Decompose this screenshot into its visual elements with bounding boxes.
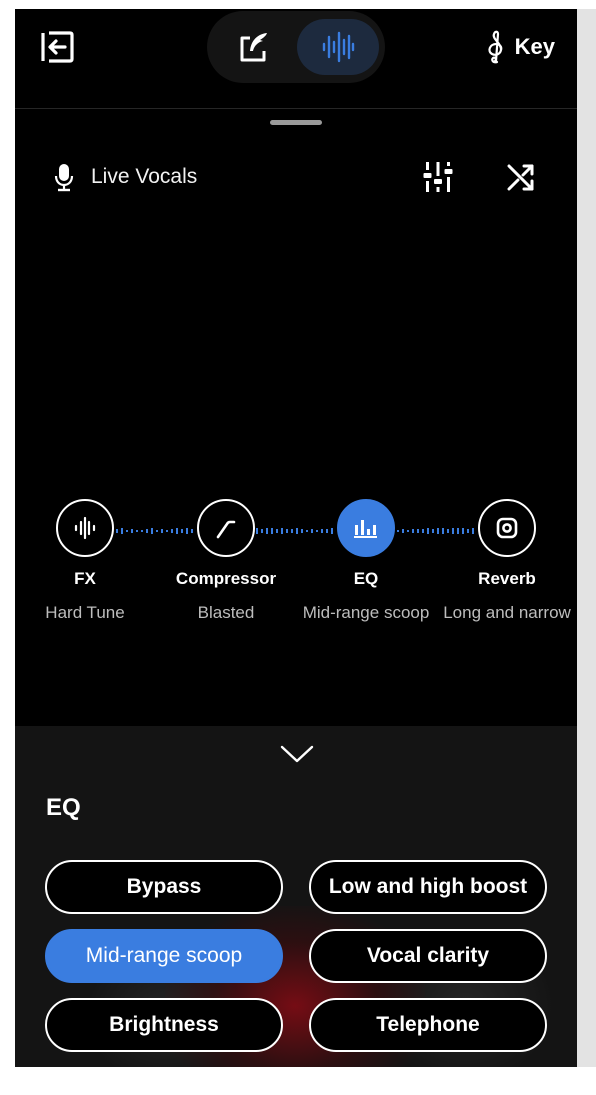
compressor-curve-icon <box>216 520 236 539</box>
treble-clef-icon <box>488 30 502 64</box>
waveform-icon <box>322 31 355 63</box>
chain-node-reverb[interactable]: Reverb Long and narrow <box>437 499 577 623</box>
eq-panel: EQ Bypass Low and high boost Mid-range s… <box>15 726 577 1067</box>
preset-mid-range-scoop[interactable]: Mid-range scoop <box>45 929 283 983</box>
shuffle-icon <box>507 164 534 191</box>
track-name: Live Vocals <box>91 165 198 188</box>
exit-icon <box>41 31 74 63</box>
chain-node-fx[interactable]: FX Hard Tune <box>15 499 155 623</box>
voice-mode-button[interactable] <box>297 19 379 75</box>
waveform-icon <box>74 516 96 540</box>
preset-brightness[interactable]: Brightness <box>45 998 283 1052</box>
eq-bars-icon <box>354 520 377 538</box>
drag-handle[interactable] <box>270 120 322 125</box>
collapse-panel-button[interactable] <box>279 736 315 772</box>
header-divider <box>15 108 577 109</box>
node-subtitle: Long and narrow <box>443 603 571 622</box>
chain-node-eq[interactable]: EQ Mid-range scoop <box>296 499 436 623</box>
chevron-down-icon <box>280 745 314 763</box>
exit-button[interactable] <box>39 29 75 65</box>
node-title: FX <box>74 569 96 588</box>
chain-node-compressor[interactable]: Compressor Blasted <box>156 499 296 623</box>
preset-telephone[interactable]: Telephone <box>309 998 547 1052</box>
scrollbar[interactable] <box>577 9 596 1067</box>
preset-low-and-high-boost[interactable]: Low and high boost <box>309 860 547 914</box>
key-button[interactable]: Key <box>485 29 555 65</box>
node-title: EQ <box>353 569 379 588</box>
preset-vocal-clarity[interactable]: Vocal clarity <box>309 929 547 983</box>
write-mode-button[interactable] <box>213 19 295 75</box>
node-subtitle: Hard Tune <box>45 603 125 622</box>
app-screen: Key Live Vocals FX Hard Tune Compressor … <box>15 9 577 1067</box>
effects-chain: FX Hard Tune Compressor Blasted EQ Mid-r… <box>15 499 577 639</box>
eq-node-button[interactable] <box>337 499 395 557</box>
compressor-node-button[interactable] <box>197 499 255 557</box>
reverb-icon <box>496 517 518 539</box>
node-subtitle: Blasted <box>197 603 255 622</box>
node-title: Compressor <box>175 569 277 588</box>
mode-toggle <box>207 11 385 83</box>
key-label: Key <box>514 34 555 59</box>
shuffle-button[interactable] <box>501 157 541 197</box>
mixer-button[interactable] <box>418 157 458 197</box>
panel-title: EQ <box>46 794 81 821</box>
reverb-node-button[interactable] <box>478 499 536 557</box>
track-title: Live Vocals <box>53 161 197 193</box>
microphone-icon <box>54 164 74 192</box>
compose-icon <box>240 33 267 62</box>
node-subtitle: Mid-range scoop <box>302 603 430 622</box>
sliders-icon <box>423 162 453 192</box>
node-title: Reverb <box>478 569 536 588</box>
preset-bypass[interactable]: Bypass <box>45 860 283 914</box>
fx-node-button[interactable] <box>56 499 114 557</box>
